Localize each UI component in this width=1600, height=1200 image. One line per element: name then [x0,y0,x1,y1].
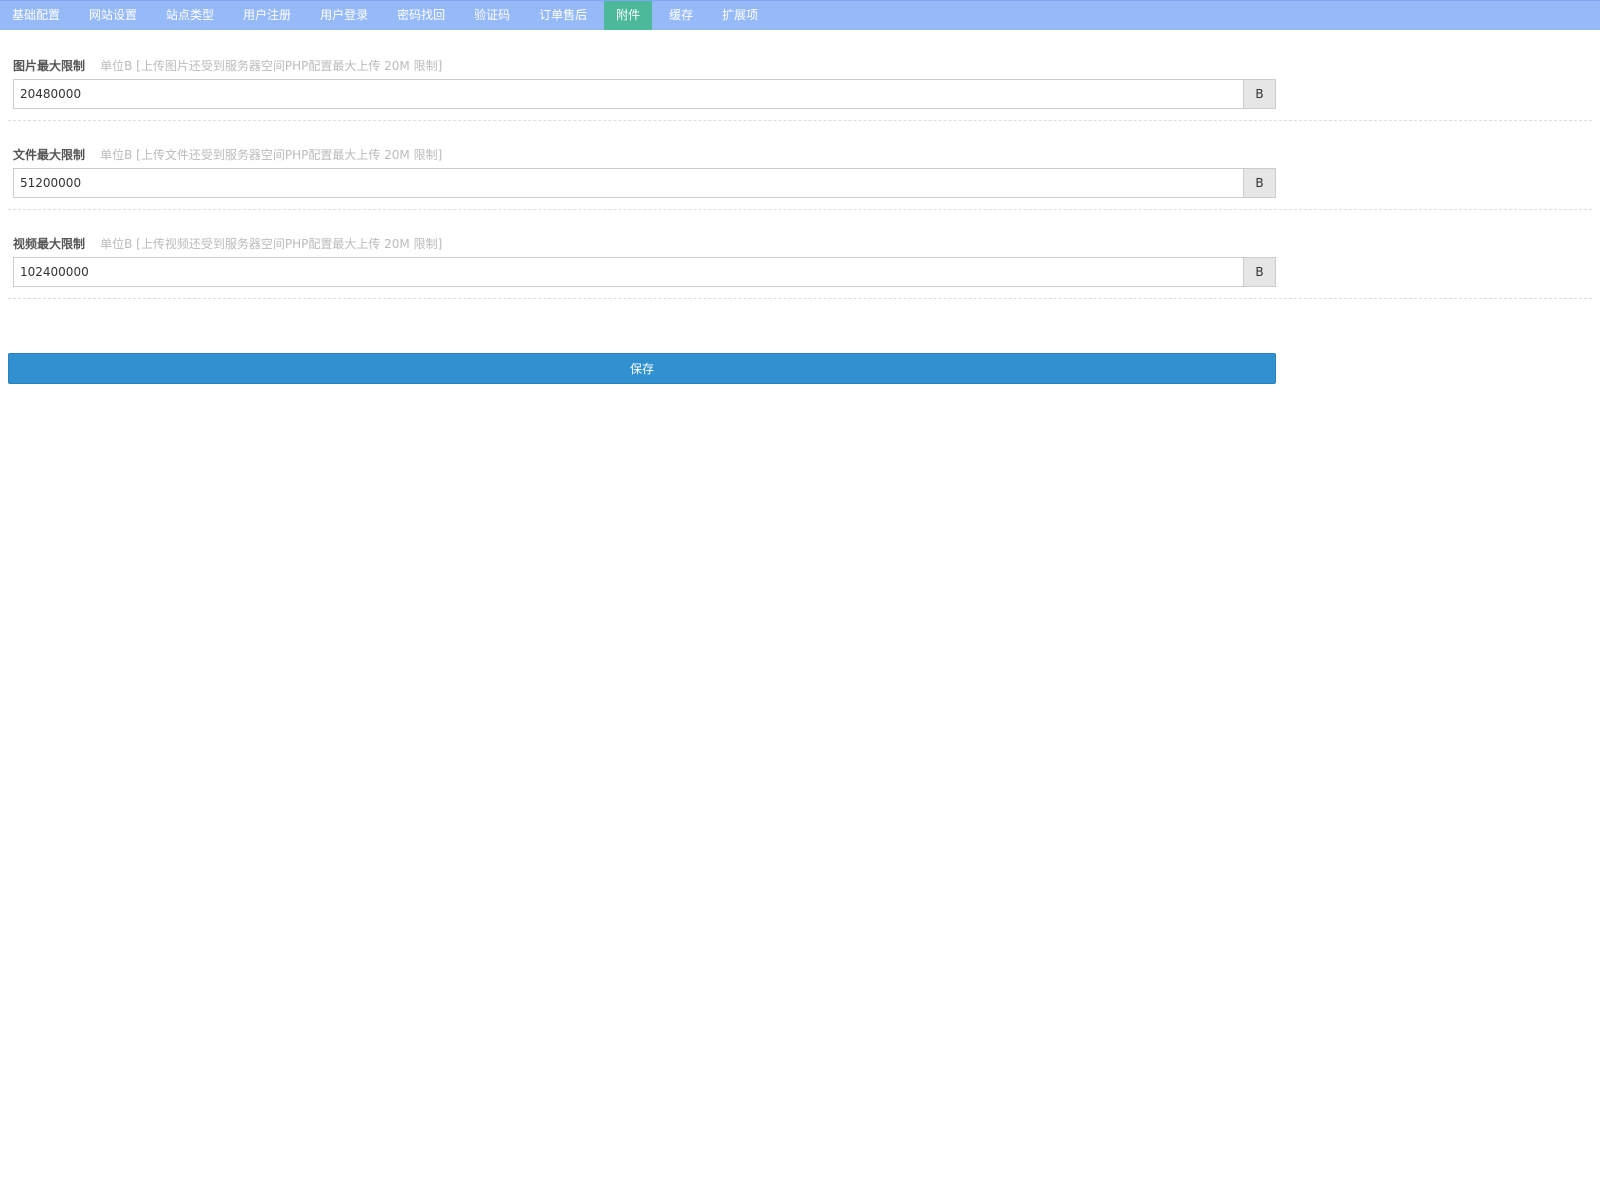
image-max-size-header: 图片最大限制 单位B [上传图片还受到服务器空间PHP配置最大上传 20M 限制… [8,57,1592,79]
file-max-size-input[interactable] [13,168,1243,198]
image-max-size-input-group: B [13,79,1276,109]
tab-password-recovery[interactable]: 密码找回 [385,1,457,30]
video-max-size-header: 视频最大限制 单位B [上传视频还受到服务器空间PHP配置最大上传 20M 限制… [8,235,1592,257]
tab-extensions[interactable]: 扩展项 [710,1,770,30]
tab-user-login[interactable]: 用户登录 [308,1,380,30]
tab-site-type[interactable]: 站点类型 [154,1,226,30]
unit-addon: B [1243,257,1276,287]
attachment-settings-form: 图片最大限制 单位B [上传图片还受到服务器空间PHP配置最大上传 20M 限制… [8,30,1592,299]
tab-user-register[interactable]: 用户注册 [231,1,303,30]
video-max-size-field: 视频最大限制 单位B [上传视频还受到服务器空间PHP配置最大上传 20M 限制… [8,210,1592,299]
file-max-size-field: 文件最大限制 单位B [上传文件还受到服务器空间PHP配置最大上传 20M 限制… [8,121,1592,210]
tab-captcha[interactable]: 验证码 [462,1,522,30]
field-hint: 单位B [上传视频还受到服务器空间PHP配置最大上传 20M 限制] [100,237,443,251]
video-max-size-input[interactable] [13,257,1243,287]
tab-basic-config[interactable]: 基础配置 [0,1,72,30]
field-label: 图片最大限制 [13,59,86,73]
field-hint: 单位B [上传图片还受到服务器空间PHP配置最大上传 20M 限制] [100,59,443,73]
unit-addon: B [1243,79,1276,109]
image-max-size-input[interactable] [13,79,1243,109]
tab-attachment[interactable]: 附件 [604,1,653,30]
tab-site-settings[interactable]: 网站设置 [77,1,149,30]
tab-order-aftersale[interactable]: 订单售后 [527,1,599,30]
settings-tab-bar: 基础配置 网站设置 站点类型 用户注册 用户登录 密码找回 验证码 订单售后 附… [0,0,1600,30]
unit-addon: B [1243,168,1276,198]
save-button[interactable]: 保存 [8,353,1276,384]
tab-cache[interactable]: 缓存 [657,1,705,30]
field-hint: 单位B [上传文件还受到服务器空间PHP配置最大上传 20M 限制] [100,148,443,162]
file-max-size-input-group: B [13,168,1276,198]
file-max-size-header: 文件最大限制 单位B [上传文件还受到服务器空间PHP配置最大上传 20M 限制… [8,146,1592,168]
image-max-size-field: 图片最大限制 单位B [上传图片还受到服务器空间PHP配置最大上传 20M 限制… [8,30,1592,121]
field-label: 视频最大限制 [13,237,86,251]
field-label: 文件最大限制 [13,148,86,162]
video-max-size-input-group: B [13,257,1276,287]
